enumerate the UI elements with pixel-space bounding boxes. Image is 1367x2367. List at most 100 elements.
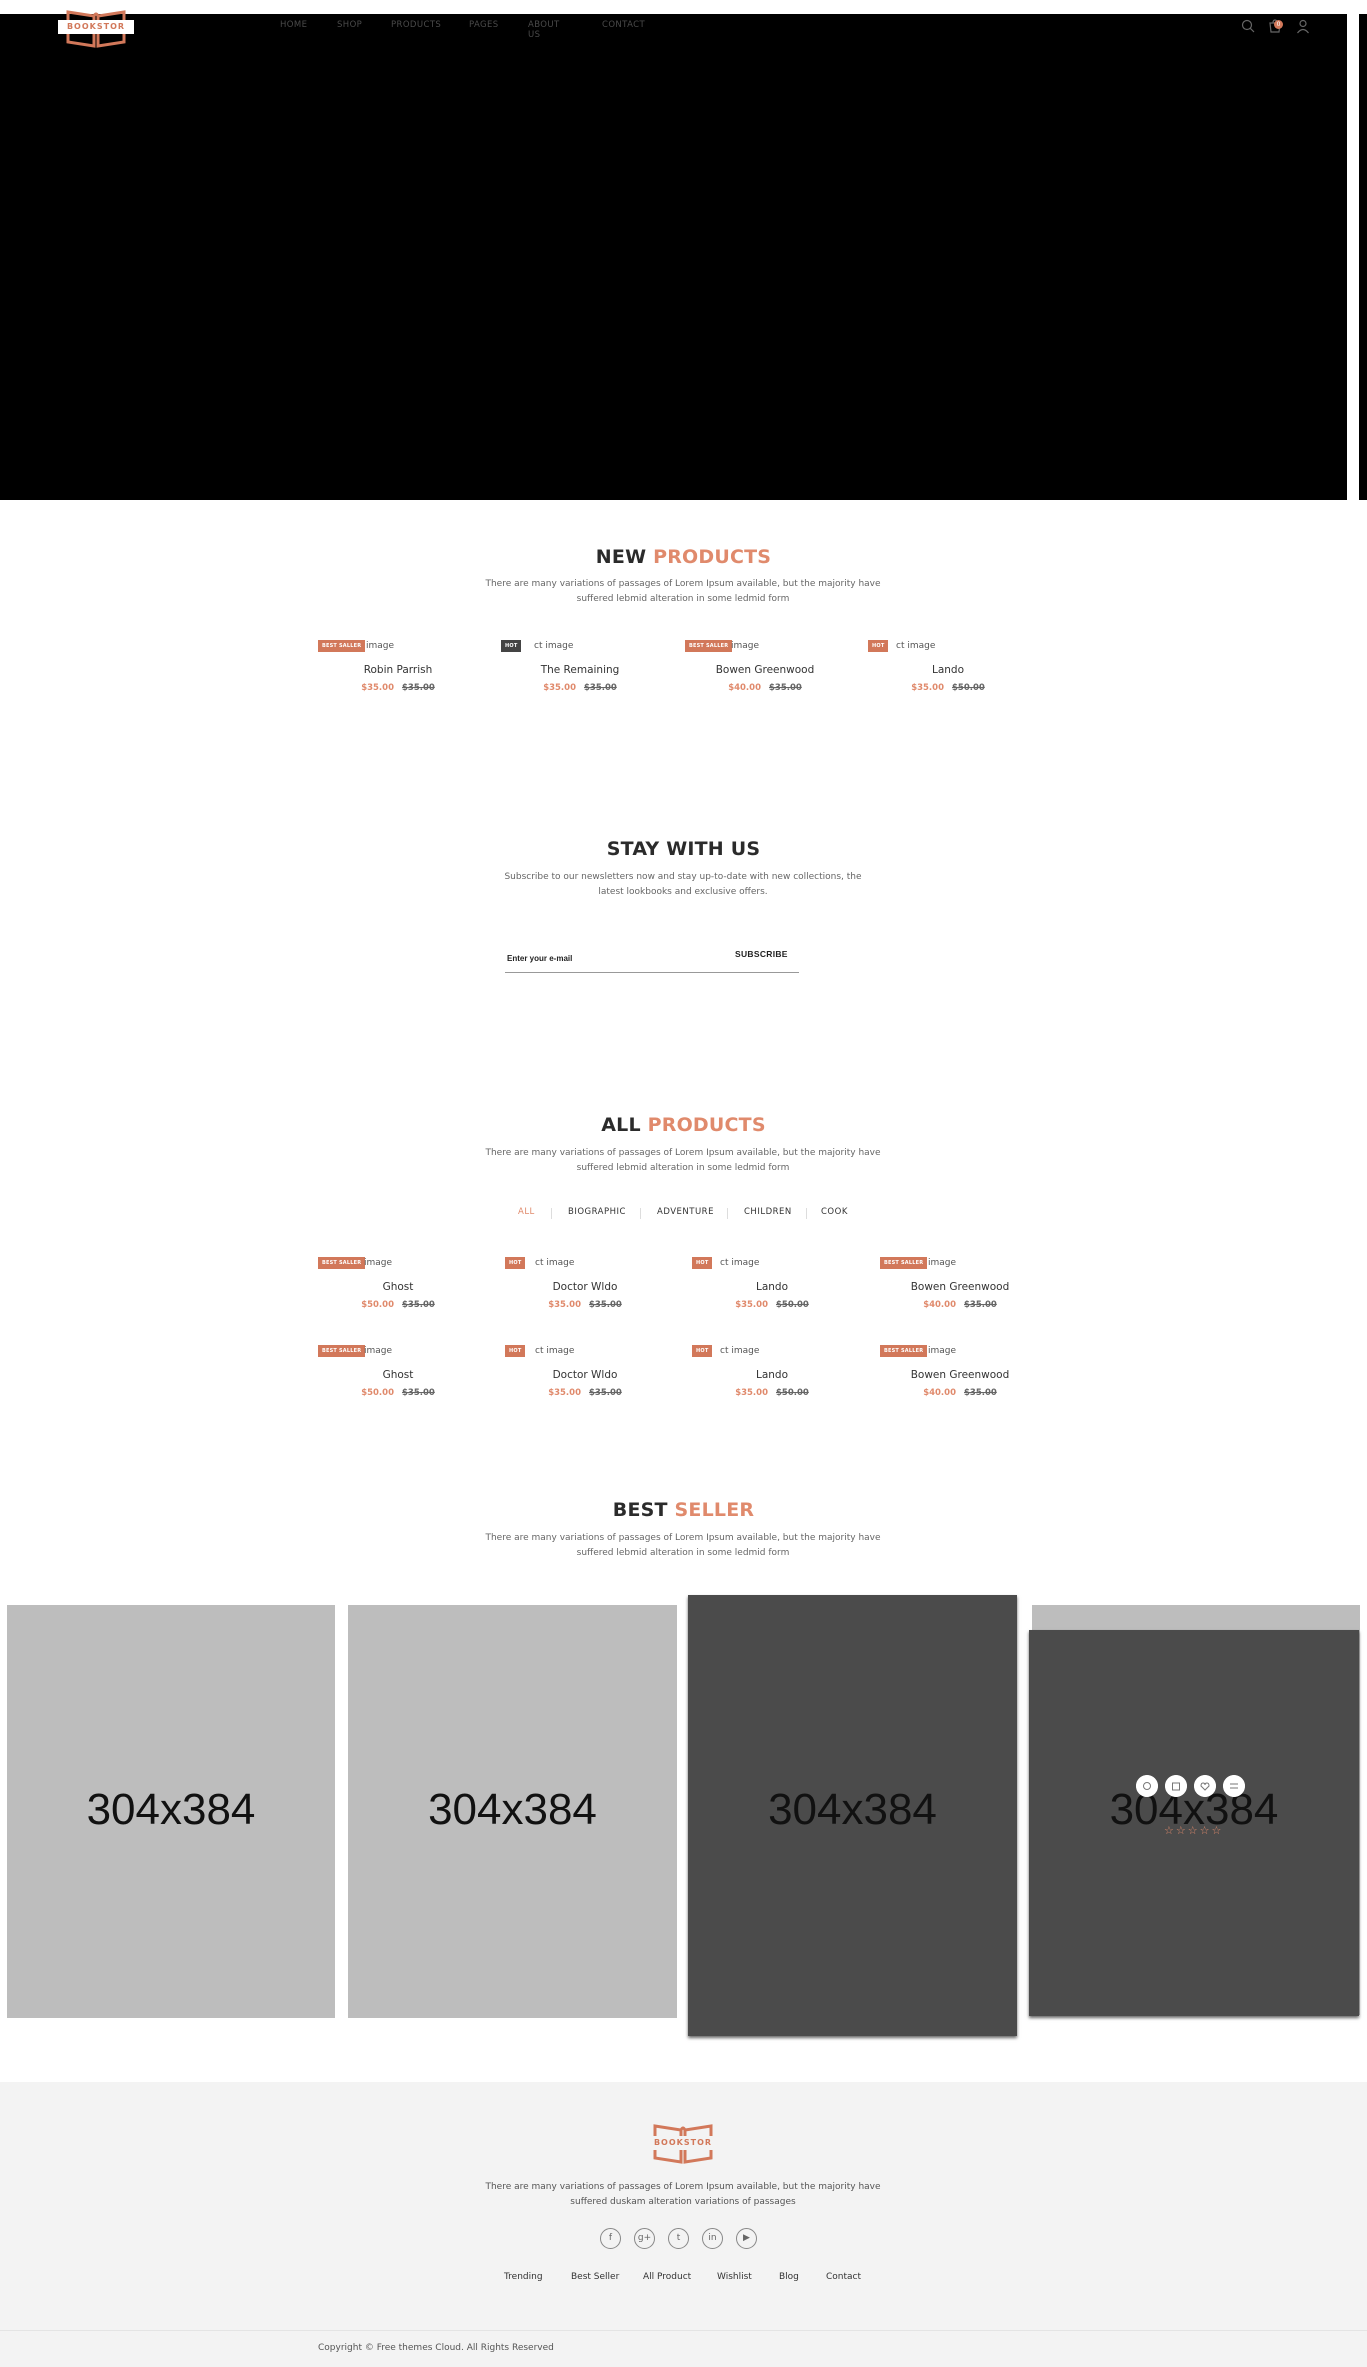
add-to-cart-icon[interactable] <box>1165 1775 1187 1797</box>
footer-link-contact[interactable]: Contact <box>826 2272 861 2282</box>
youtube-icon[interactable]: ▶ <box>736 2228 757 2249</box>
nav-about-us[interactable]: ABOUT US <box>528 20 560 40</box>
filter-children[interactable]: CHILDREN <box>744 1207 792 1217</box>
nav-pages[interactable]: PAGES <box>469 20 499 30</box>
product-image-alt: image <box>731 641 760 651</box>
search-icon[interactable] <box>1240 18 1256 34</box>
title-part-accent: SELLER <box>674 1499 755 1521</box>
price-old: $35.00 <box>589 1388 622 1398</box>
product-name[interactable]: Ghost <box>318 1369 478 1381</box>
compare-icon[interactable] <box>1223 1775 1245 1797</box>
desc-line: There are many variations of passages of… <box>485 579 881 589</box>
image-placeholder-label: 304x384 <box>768 1785 937 1834</box>
nav-shop[interactable]: SHOP <box>337 20 362 30</box>
desc-line: suffered lebmid alteration in some ledmi… <box>576 1163 790 1173</box>
hero-edge <box>1359 14 1367 500</box>
product-price: $35.00 $35.00 <box>500 683 660 693</box>
price-current: $35.00 <box>911 683 944 693</box>
badge-hot: HOT <box>692 1257 713 1269</box>
badge-best-seller: BEST SALLER <box>318 640 366 652</box>
footer-link-wishlist[interactable]: Wishlist <box>717 2272 752 2282</box>
product-card[interactable]: HOT ct image Lando $35.00 $50.00 <box>692 1257 852 1327</box>
product-image-alt: ct image <box>720 1346 760 1356</box>
logo[interactable]: BOOKSTOR <box>58 6 134 48</box>
product-name[interactable]: Doctor Wldo <box>505 1281 665 1293</box>
footer-link-all-product[interactable]: All Product <box>643 2272 691 2282</box>
product-name[interactable]: Ghost <box>318 1281 478 1293</box>
product-card[interactable]: BEST SALLER image Ghost $50.00 $35.00 <box>318 1257 478 1327</box>
price-current: $35.00 <box>548 1388 581 1398</box>
google-plus-icon[interactable]: g+ <box>634 2228 655 2249</box>
product-name[interactable]: Bowen Greenwood <box>880 1281 1040 1293</box>
filter-biographic[interactable]: BIOGRAPHIC <box>568 1207 626 1217</box>
user-icon[interactable] <box>1295 18 1311 34</box>
product-name[interactable]: Robin Parrish <box>318 664 478 676</box>
site-header: BOOKSTOR HOME SHOP PRODUCTS PAGES ABOUT … <box>0 0 1347 60</box>
price-old: $35.00 <box>402 1388 435 1398</box>
nav-products[interactable]: PRODUCTS <box>391 20 441 30</box>
filter-adventure[interactable]: ADVENTURE <box>657 1207 714 1217</box>
price-old: $35.00 <box>589 1300 622 1310</box>
product-price: $40.00 $35.00 <box>685 683 845 693</box>
filter-cook[interactable]: COOK <box>821 1207 848 1217</box>
nav-contact[interactable]: CONTACT <box>602 20 645 30</box>
product-price: $40.00 $35.00 <box>880 1388 1040 1398</box>
all-products-title: ALL PRODUCTS <box>0 1114 1367 1136</box>
best-seller-image-hover[interactable]: 304x384 <box>1029 1630 1359 2016</box>
product-name[interactable]: Bowen Greenwood <box>880 1369 1040 1381</box>
email-input[interactable] <box>507 948 707 968</box>
product-name[interactable]: Bowen Greenwood <box>685 664 845 676</box>
price-old: $50.00 <box>776 1388 809 1398</box>
price-current: $35.00 <box>543 683 576 693</box>
product-card[interactable]: BEST SALLER image Bowen Greenwood $40.00… <box>880 1257 1040 1327</box>
product-card[interactable]: BEST SALLER image Ghost $50.00 $35.00 <box>318 1345 478 1415</box>
product-price: $40.00 $35.00 <box>880 1300 1040 1310</box>
wishlist-heart-icon[interactable] <box>1194 1775 1216 1797</box>
title-part-main: BEST <box>612 1499 668 1521</box>
linkedin-icon[interactable]: in <box>702 2228 723 2249</box>
quick-view-icon[interactable] <box>1136 1775 1158 1797</box>
tumblr-icon[interactable]: t <box>668 2228 689 2249</box>
product-name[interactable]: The Remaining <box>500 664 660 676</box>
product-card[interactable]: BEST SALLER image Bowen Greenwood $40.00… <box>685 640 845 710</box>
product-card[interactable]: HOT ct image The Remaining $35.00 $35.00 <box>500 640 660 710</box>
product-card[interactable]: HOT ct image Doctor Wldo $35.00 $35.00 <box>505 1345 665 1415</box>
filter-all[interactable]: ALL <box>518 1207 535 1217</box>
product-card[interactable]: BEST SALLER image Robin Parrish $35.00 $3… <box>318 640 478 710</box>
newsletter-title: STAY WITH US <box>606 838 761 860</box>
cart-count-badge: 0 <box>1274 20 1283 29</box>
product-price: $35.00 $35.00 <box>318 683 478 693</box>
best-seller-image[interactable]: 304x384 <box>7 1605 335 2018</box>
price-current: $35.00 <box>548 1300 581 1310</box>
product-card[interactable]: BEST SALLER image Bowen Greenwood $40.00… <box>880 1345 1040 1415</box>
price-old: $35.00 <box>402 1300 435 1310</box>
product-card[interactable]: HOT ct image Doctor Wldo $35.00 $35.00 <box>505 1257 665 1327</box>
filter-separator <box>806 1208 807 1219</box>
subscribe-button[interactable]: SUBSCRIBE <box>735 949 788 959</box>
product-card[interactable]: HOT ct image Lando $35.00 $50.00 <box>868 640 1028 710</box>
product-name[interactable]: Lando <box>692 1281 852 1293</box>
title-part-accent: PRODUCTS <box>647 1114 766 1136</box>
desc-line: There are many variations of passages of… <box>485 1533 881 1543</box>
price-old: $35.00 <box>769 683 802 693</box>
footer-link-trending[interactable]: Trending <box>504 2272 543 2282</box>
product-name[interactable]: Doctor Wldo <box>505 1369 665 1381</box>
filter-separator <box>551 1208 552 1219</box>
footer-logo-text: BOOKSTOR <box>645 2136 721 2150</box>
facebook-icon[interactable]: f <box>600 2228 621 2249</box>
copyright-text: Copyright © Free themes Cloud. All Right… <box>318 2343 554 2353</box>
badge-best-seller: BEST SALLER <box>880 1345 928 1357</box>
desc-line: There are many variations of passages of… <box>485 1148 881 1158</box>
footer-link-best-seller[interactable]: Best Seller <box>571 2272 619 2282</box>
best-seller-image[interactable]: 304x384 <box>688 1595 1017 2036</box>
best-seller-image[interactable]: 304x384 <box>348 1605 677 2018</box>
product-name[interactable]: Lando <box>868 664 1028 676</box>
footer-logo[interactable]: BOOKSTOR <box>643 2118 723 2166</box>
footer-link-blog[interactable]: Blog <box>779 2272 799 2282</box>
product-name[interactable]: Lando <box>692 1369 852 1381</box>
badge-best-seller: BEST SALLER <box>880 1257 928 1269</box>
nav-home[interactable]: HOME <box>280 20 307 30</box>
product-image-alt: image <box>928 1258 957 1268</box>
product-card[interactable]: HOT ct image Lando $35.00 $50.00 <box>692 1345 852 1415</box>
product-image-alt: image <box>366 641 395 651</box>
